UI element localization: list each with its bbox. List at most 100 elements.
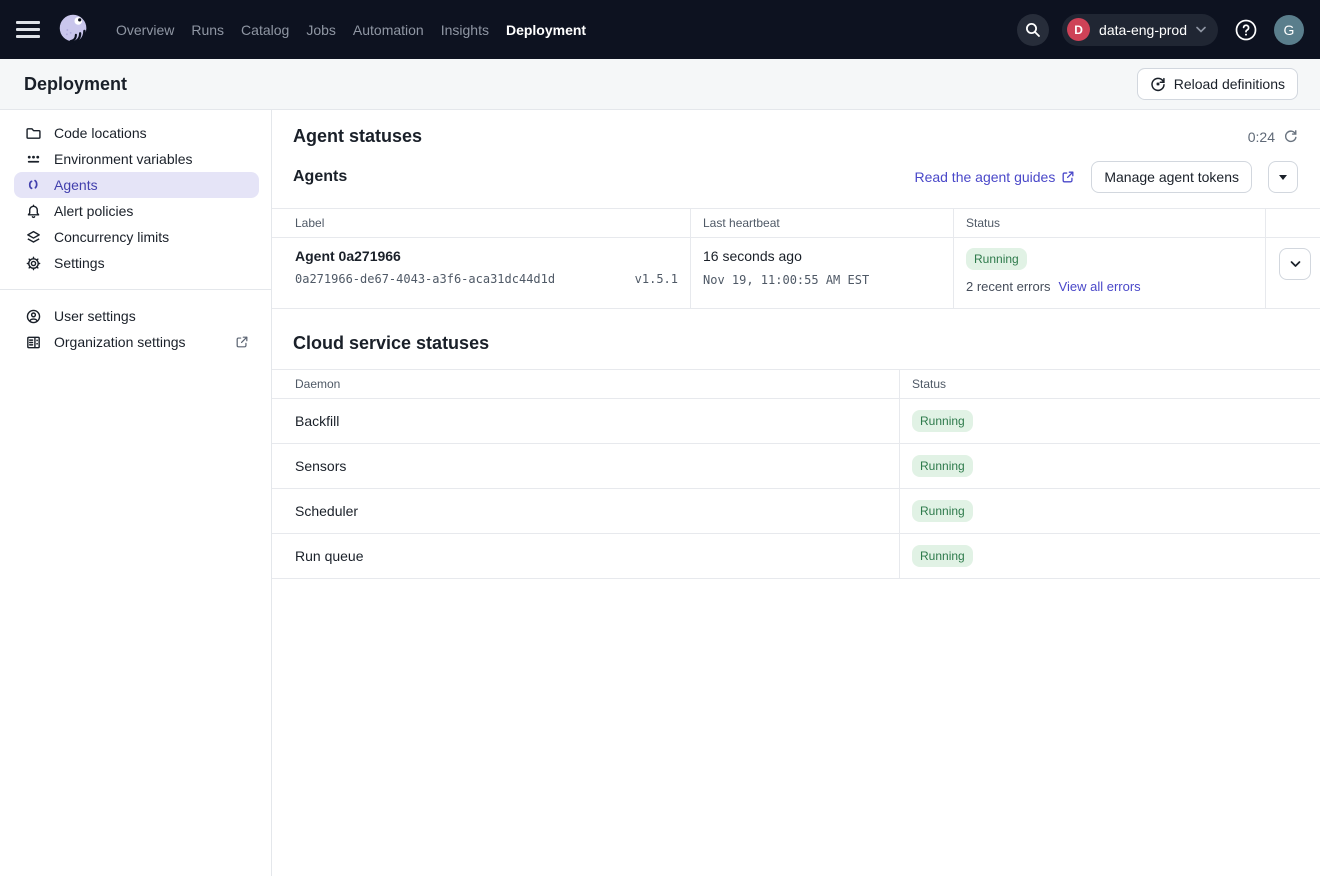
- user-icon: [24, 307, 42, 325]
- nav-deployment[interactable]: Deployment: [506, 22, 586, 38]
- expand-agent-row-button[interactable]: [1279, 248, 1311, 280]
- dagster-logo-icon[interactable]: [54, 10, 94, 50]
- nav-runs[interactable]: Runs: [191, 22, 224, 38]
- agent-statuses-header: Agent statuses 0:24: [272, 110, 1320, 147]
- status-badge: Running: [966, 248, 1027, 270]
- daemon-name: Backfill: [272, 399, 900, 443]
- column-header-status: Status: [900, 370, 1320, 398]
- status-badge: Running: [912, 500, 973, 522]
- reload-icon: [1150, 76, 1166, 92]
- sidebar-item-label: Settings: [54, 255, 105, 271]
- agents-subheading: Agents: [293, 168, 347, 186]
- daemon-status-cell: Running: [900, 500, 1320, 522]
- agents-table-header: Label Last heartbeat Status: [272, 209, 1320, 238]
- cloud-statuses-header: Cloud service statuses: [272, 309, 1320, 354]
- sidebar-item-label: Agents: [54, 177, 98, 193]
- sidebar-item-code-locations[interactable]: Code locations: [14, 120, 259, 146]
- heartbeat-relative: 16 seconds ago: [703, 238, 953, 264]
- daemon-name: Sensors: [272, 444, 900, 488]
- manage-agent-tokens-button[interactable]: Manage agent tokens: [1091, 161, 1252, 193]
- status-badge: Running: [912, 410, 973, 432]
- agent-version: v1.5.1: [635, 272, 678, 286]
- sidebar-item-user-settings[interactable]: User settings: [14, 303, 259, 329]
- deployment-name: data-eng-prod: [1099, 22, 1187, 38]
- agent-status-cell: Running 2 recent errors View all errors: [954, 238, 1266, 308]
- manage-agent-tokens-label: Manage agent tokens: [1104, 169, 1239, 185]
- agent-errors-row: 2 recent errors View all errors: [966, 279, 1265, 294]
- folder-icon: [24, 124, 42, 142]
- main-panel: Agent statuses 0:24 Agents Read the agen…: [272, 110, 1320, 876]
- page-title: Deployment: [24, 74, 127, 95]
- deployment-switcher[interactable]: D data-eng-prod: [1062, 14, 1218, 46]
- nav-insights[interactable]: Insights: [441, 22, 489, 38]
- sidebar-item-label: Environment variables: [54, 151, 193, 167]
- nav-overview[interactable]: Overview: [116, 22, 174, 38]
- menu-button[interactable]: [16, 15, 46, 45]
- column-header-actions: [1266, 209, 1320, 237]
- agents-more-actions-button[interactable]: [1268, 161, 1298, 193]
- cloud-table-header: Daemon Status: [272, 370, 1320, 399]
- env-vars-icon: [24, 150, 42, 168]
- heartbeat-timestamp: Nov 19, 11:00:55 AM EST: [703, 273, 953, 287]
- agent-guides-link[interactable]: Read the agent guides: [914, 169, 1075, 185]
- nav-jobs[interactable]: Jobs: [306, 22, 336, 38]
- agent-icon: [24, 176, 42, 194]
- agents-toolbar: Agents Read the agent guides Manage agen…: [272, 147, 1320, 193]
- recent-errors-text: 2 recent errors: [966, 279, 1051, 294]
- deployment-initial-badge: D: [1067, 18, 1090, 41]
- cloud-services-table: Daemon Status Backfill Running Sensors R…: [272, 369, 1320, 579]
- search-icon: [1024, 21, 1042, 39]
- sidebar-item-label: Organization settings: [54, 334, 186, 350]
- column-header-daemon: Daemon: [272, 370, 900, 398]
- sidebar-item-label: Code locations: [54, 125, 147, 141]
- table-row: Backfill Running: [272, 399, 1320, 444]
- sidebar-item-organization-settings[interactable]: Organization settings: [14, 329, 259, 355]
- page-header: Deployment Reload definitions: [0, 59, 1320, 110]
- sidebar-item-label: Concurrency limits: [54, 229, 169, 245]
- reload-definitions-button[interactable]: Reload definitions: [1137, 68, 1298, 100]
- agents-toolbar-actions: Read the agent guides Manage agent token…: [914, 161, 1298, 193]
- reload-definitions-label: Reload definitions: [1174, 76, 1285, 92]
- primary-nav: Overview Runs Catalog Jobs Automation In…: [116, 22, 586, 38]
- agent-name: Agent 0a271966: [295, 238, 690, 264]
- agent-id-row: 0a271966-de67-4043-a3f6-aca31dc44d1d v1.…: [295, 272, 690, 286]
- status-badge: Running: [912, 545, 973, 567]
- column-header-last-heartbeat: Last heartbeat: [691, 209, 954, 237]
- navbar-right: D data-eng-prod G: [1017, 14, 1304, 46]
- bell-icon: [24, 202, 42, 220]
- table-row: Sensors Running: [272, 444, 1320, 489]
- gear-icon: [24, 254, 42, 272]
- chevron-down-icon: [1290, 260, 1301, 268]
- sidebar-item-settings[interactable]: Settings: [14, 250, 259, 276]
- agent-label-cell: Agent 0a271966 0a271966-de67-4043-a3f6-a…: [272, 238, 691, 308]
- layers-icon: [24, 228, 42, 246]
- sidebar-item-environment-variables[interactable]: Environment variables: [14, 146, 259, 172]
- cloud-statuses-title: Cloud service statuses: [293, 333, 1298, 354]
- sidebar-item-agents[interactable]: Agents: [14, 172, 259, 198]
- daemon-name: Run queue: [272, 534, 900, 578]
- view-all-errors-link[interactable]: View all errors: [1059, 279, 1141, 294]
- content: Code locations Environment variables Age…: [0, 110, 1320, 876]
- nav-automation[interactable]: Automation: [353, 22, 424, 38]
- table-row: Scheduler Running: [272, 489, 1320, 534]
- countdown-value: 0:24: [1248, 129, 1275, 145]
- external-link-icon: [235, 335, 249, 349]
- sidebar-item-alert-policies[interactable]: Alert policies: [14, 198, 259, 224]
- daemon-status-cell: Running: [900, 455, 1320, 477]
- column-header-status: Status: [954, 209, 1266, 237]
- organization-icon: [24, 333, 42, 351]
- refresh-icon[interactable]: [1283, 129, 1298, 144]
- refresh-countdown: 0:24: [1248, 129, 1298, 145]
- help-button[interactable]: [1231, 15, 1261, 45]
- user-avatar[interactable]: G: [1274, 15, 1304, 45]
- help-icon: [1234, 18, 1258, 42]
- sidebar-item-label: User settings: [54, 308, 136, 324]
- sidebar-item-concurrency-limits[interactable]: Concurrency limits: [14, 224, 259, 250]
- search-button[interactable]: [1017, 14, 1049, 46]
- table-row: Agent 0a271966 0a271966-de67-4043-a3f6-a…: [272, 238, 1320, 309]
- table-row: Run queue Running: [272, 534, 1320, 579]
- sidebar-item-label: Alert policies: [54, 203, 133, 219]
- nav-catalog[interactable]: Catalog: [241, 22, 289, 38]
- daemon-status-cell: Running: [900, 545, 1320, 567]
- top-navbar: Overview Runs Catalog Jobs Automation In…: [0, 0, 1320, 59]
